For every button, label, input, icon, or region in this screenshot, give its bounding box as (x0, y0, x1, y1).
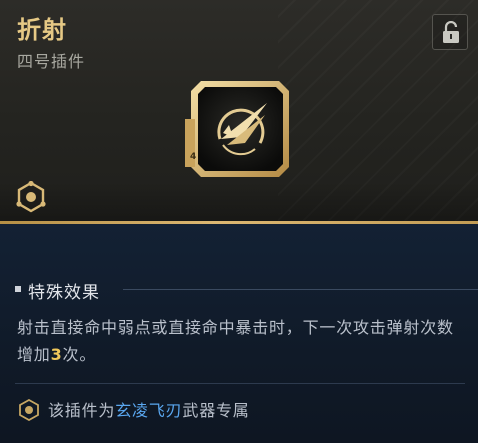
unlock-icon (443, 21, 459, 43)
exclusive-prefix: 该插件为 (48, 401, 116, 420)
weapon-exclusive-note: 该插件为玄凌飞刃武器专属 (18, 396, 468, 422)
exclusive-weapon-link[interactable]: 玄凌飞刃 (115, 401, 182, 420)
plugin-title: 折射 (17, 16, 67, 44)
section-rule (123, 289, 478, 290)
plugin-slot-subtitle: 四号插件 (17, 52, 86, 71)
effect-desc-value: 3 (50, 345, 63, 364)
section-bullet (15, 286, 21, 292)
exclusive-suffix: 武器专属 (182, 401, 250, 420)
section-title: 特殊效果 (28, 283, 100, 303)
plugin-icon: 4 (183, 75, 295, 191)
lock-toggle-button[interactable] (432, 14, 468, 50)
exclusive-icon (19, 399, 39, 421)
effect-desc-suffix: 次。 (62, 345, 97, 364)
section-divider (15, 383, 465, 384)
hex-plugin-icon (16, 180, 46, 217)
effect-description: 射击直接命中弱点或直接命中暴击时，下一次攻击弹射次数增加3次。 (17, 314, 467, 368)
special-effect-header: 特殊效果 (15, 278, 478, 303)
plugin-slot-number: 4 (190, 152, 197, 162)
